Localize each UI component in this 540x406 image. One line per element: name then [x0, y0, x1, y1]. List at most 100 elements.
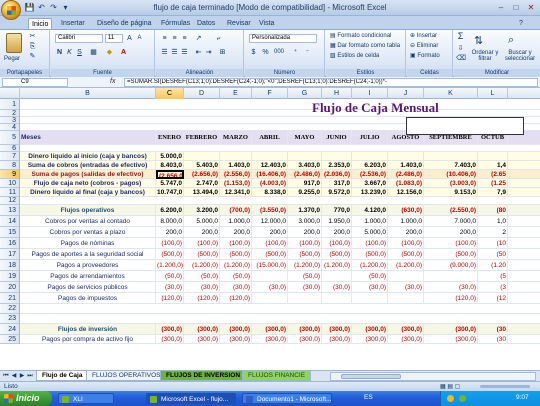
data-cell[interactable]: (300,0)	[252, 324, 288, 335]
data-cell[interactable]: (30,0)	[156, 282, 184, 293]
month-header[interactable]: ENERO	[156, 131, 184, 145]
font-name-combo[interactable]: Calibri	[55, 34, 103, 43]
row-header-1[interactable]: 1	[0, 99, 20, 110]
number-format-combo[interactable]: Personalizada	[249, 34, 317, 43]
horizontal-scroll-thumb[interactable]	[341, 374, 401, 379]
data-cell[interactable]: 12.000,0	[252, 216, 288, 227]
borders-icon[interactable]: ▦	[89, 48, 98, 57]
row-header-14[interactable]: 14	[0, 216, 20, 227]
column-header-h[interactable]: H	[322, 88, 352, 99]
zoom-slider[interactable]	[480, 385, 530, 388]
data-cell[interactable]: (30,0)	[184, 282, 220, 293]
data-cell[interactable]	[220, 152, 252, 161]
data-cell[interactable]: (300,0)	[252, 335, 288, 344]
row-header-18[interactable]: 18	[0, 260, 20, 271]
increase-decimal-icon[interactable]: ⁺	[291, 48, 300, 57]
select-all-corner[interactable]	[0, 88, 20, 99]
data-cell[interactable]: (300,0)	[322, 324, 352, 335]
row-header-21[interactable]: 21	[0, 293, 20, 304]
data-cell[interactable]: (300,0)	[388, 335, 424, 344]
data-cell[interactable]: 200,0	[220, 227, 252, 238]
row-header-11[interactable]: 11	[0, 188, 20, 197]
data-cell[interactable]	[424, 152, 478, 161]
paste-button[interactable]: Pegar	[4, 55, 20, 63]
data-cell[interactable]: (3	[478, 282, 508, 293]
data-cell[interactable]: 7.000,0	[424, 216, 478, 227]
horizontal-scrollbar[interactable]	[330, 372, 536, 381]
data-cell[interactable]: (300,0)	[424, 324, 478, 335]
column-header-c[interactable]: C	[156, 88, 184, 99]
data-cell[interactable]: (12	[478, 293, 508, 304]
data-cell[interactable]: (300,0)	[288, 324, 322, 335]
last-sheet-icon[interactable]: ⏭	[26, 372, 34, 381]
column-header-g[interactable]: G	[288, 88, 322, 99]
data-cell[interactable]: (1.200,0)	[184, 260, 220, 271]
row-label[interactable]: Cobros por ventas a plazo	[20, 227, 156, 238]
thousands-button[interactable]: 000	[271, 48, 287, 57]
data-cell[interactable]: 2.747,0	[184, 179, 220, 188]
data-cell[interactable]: 6.203,0	[352, 161, 388, 170]
tab-revisar[interactable]: Revisar	[224, 18, 254, 29]
data-cell[interactable]: 1.950,0	[322, 216, 352, 227]
column-header-i[interactable]: I	[352, 88, 388, 99]
data-cell[interactable]: (100,0)	[352, 238, 388, 249]
data-cell[interactable]	[288, 152, 322, 161]
data-cell[interactable]	[288, 293, 322, 304]
month-header[interactable]: ABRIL	[252, 131, 288, 145]
data-cell[interactable]: (630,0)	[388, 205, 424, 216]
data-cell[interactable]: (1.083,0)	[388, 179, 424, 188]
data-cell[interactable]: 200,0	[424, 227, 478, 238]
taskbar-item-xli[interactable]: XLI	[58, 393, 114, 404]
sort-filter-button[interactable]: Ordenar y filtrar	[470, 50, 500, 62]
row-header-17[interactable]: 17	[0, 249, 20, 260]
column-header-f[interactable]: F	[252, 88, 288, 99]
data-cell[interactable]: (300,0)	[288, 335, 322, 344]
data-cell[interactable]: 200,0	[288, 227, 322, 238]
increase-indent-icon[interactable]: ⇥	[204, 48, 213, 57]
data-cell[interactable]	[388, 271, 424, 282]
data-cell[interactable]: (30	[478, 324, 508, 335]
data-cell[interactable]: (120,0)	[220, 293, 252, 304]
data-cell[interactable]: 5.000,0	[352, 227, 388, 238]
data-cell[interactable]: (500,0)	[288, 249, 322, 260]
help-icon[interactable]: ?	[516, 18, 526, 29]
row-header-8[interactable]: 8	[0, 161, 20, 170]
column-header-e[interactable]: E	[220, 88, 252, 99]
tab-vista[interactable]: Vista	[256, 18, 277, 29]
data-cell[interactable]: (1.20	[478, 260, 508, 271]
sheet-tab-flujos-financieros[interactable]: FLUJOS FINANCIE	[242, 371, 312, 381]
wrap-text-icon[interactable]: ⤶	[214, 34, 223, 43]
month-header[interactable]: MAYO	[288, 131, 322, 145]
start-button[interactable]: Inicio	[0, 391, 52, 406]
data-cell[interactable]: (300,0)	[322, 335, 352, 344]
row-header-16[interactable]: 16	[0, 238, 20, 249]
data-cell[interactable]	[322, 271, 352, 282]
data-cell[interactable]: 13.494,0	[184, 188, 220, 197]
data-cell[interactable]: 8.000,0	[156, 216, 184, 227]
align-right-icon[interactable]: ☰	[180, 48, 189, 57]
data-cell[interactable]	[252, 152, 288, 161]
tray-icon[interactable]	[447, 395, 454, 402]
data-cell[interactable]: (500,0)	[156, 249, 184, 260]
decrease-decimal-icon[interactable]: ⁻	[303, 48, 312, 57]
row-label[interactable]: Pagos por compra de activo fijo	[20, 335, 156, 344]
data-cell[interactable]: 9.255,0	[288, 188, 322, 197]
data-cell[interactable]: 9.153,0	[424, 188, 478, 197]
row-label[interactable]: Suma de cobros (entradas de efectivo)	[20, 161, 156, 170]
data-cell[interactable]: (10.406,0)	[424, 170, 478, 179]
data-cell[interactable]: (300,0)	[352, 335, 388, 344]
month-header[interactable]: FEBRERO	[184, 131, 220, 145]
data-cell[interactable]: (30,0)	[252, 282, 288, 293]
data-cell[interactable]	[388, 293, 424, 304]
data-cell[interactable]: (300,0)	[156, 335, 184, 344]
minimize-icon[interactable]: –	[494, 2, 508, 13]
row-header-10[interactable]: 10	[0, 179, 20, 188]
column-header-d[interactable]: D	[184, 88, 220, 99]
data-cell[interactable]: (50,0)	[220, 271, 252, 282]
data-cell[interactable]	[322, 293, 352, 304]
data-cell[interactable]: (100,0)	[424, 238, 478, 249]
data-cell[interactable]: 770,0	[322, 205, 352, 216]
data-cell[interactable]: (100,0)	[184, 238, 220, 249]
data-cell[interactable]: (300,0)	[156, 324, 184, 335]
data-cell[interactable]: 3.403,0	[288, 161, 322, 170]
